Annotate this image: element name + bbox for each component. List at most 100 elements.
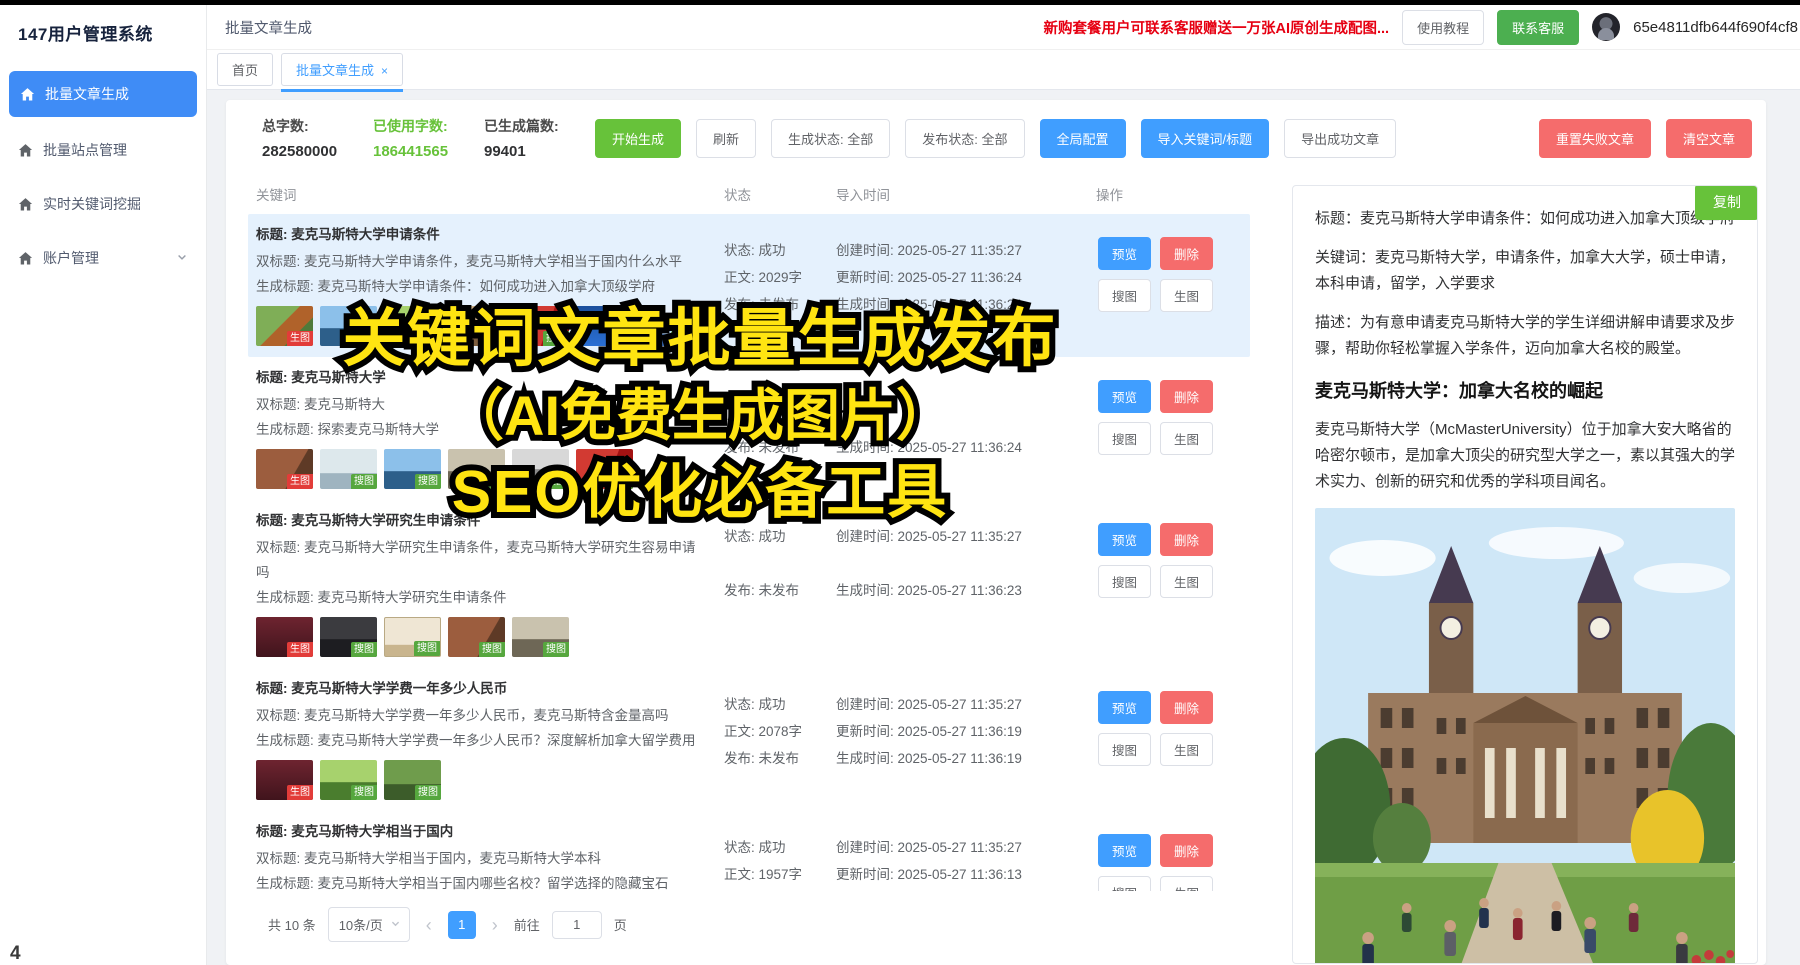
actions-cell: 预览 删除 搜图 生图	[1088, 366, 1248, 489]
sidebar-item-batch-articles[interactable]: 批量文章生成	[9, 71, 197, 117]
article-thumbnail[interactable]: 搜图	[384, 306, 441, 346]
article-thumbnail[interactable]: 生图	[256, 449, 313, 489]
contact-support-button[interactable]: 联系客服	[1497, 10, 1579, 45]
updated-time	[836, 407, 1088, 434]
avatar[interactable]	[1592, 13, 1620, 41]
article-thumbnail[interactable]: 搜图	[448, 306, 505, 346]
created-time: 创建时间: 2025-05-27 11:35:27	[836, 237, 1088, 264]
thumbnail-badge: 搜图	[415, 474, 441, 489]
table-row[interactable]: 标题: 麦克马斯特大学研究生申请条件 双标题: 麦克马斯特大学研究生申请条件，麦…	[248, 500, 1250, 668]
article-thumbnail[interactable]: 生图	[256, 306, 313, 346]
generated-time: 生成时间: 2025-05-27 11:36:23	[836, 577, 1088, 604]
watermark: 4	[10, 943, 21, 965]
row-title: 标题: 麦克马斯特大学相当于国内	[256, 820, 696, 844]
clear-articles-button[interactable]: 清空文章	[1666, 119, 1752, 158]
thumbnail-badge: 搜图	[479, 474, 505, 489]
delete-button[interactable]: 删除	[1160, 523, 1213, 556]
article-thumbnail[interactable]: 搜图	[448, 617, 505, 657]
preview-button[interactable]: 预览	[1098, 691, 1151, 724]
export-success-button[interactable]: 导出成功文章	[1284, 119, 1396, 158]
global-config-button[interactable]: 全局配置	[1040, 119, 1126, 158]
updated-time	[836, 550, 1088, 577]
article-thumbnail[interactable]: 搜图	[384, 617, 441, 657]
table-row[interactable]: 标题: 麦克马斯特大学学费一年多少人民币 双标题: 麦克马斯特大学学费一年多少人…	[248, 668, 1250, 811]
row-dual-title: 双标题: 麦克马斯特大学申请条件，麦克马斯特大学相当于国内什么水平	[256, 249, 696, 274]
status-text: 状态: 成功	[724, 834, 820, 861]
search-image-button[interactable]: 搜图	[1098, 422, 1151, 455]
toolbar: 总字数: 282580000 已使用字数: 186441565 已生成篇数: 9…	[226, 100, 1766, 170]
tutorial-button[interactable]: 使用教程	[1402, 10, 1484, 45]
search-image-button[interactable]: 搜图	[1098, 565, 1151, 598]
stat-label: 已生成篇数:	[484, 116, 580, 136]
sidebar-item-keyword-mining[interactable]: 实时关键词挖掘	[0, 177, 206, 231]
delete-button[interactable]: 删除	[1160, 691, 1213, 724]
thumbnail-strip: 生图 搜图 搜图 搜图 搜图 搜图	[256, 449, 696, 489]
next-page-icon[interactable]: ›	[488, 916, 502, 934]
article-thumbnail[interactable]: 搜图	[320, 617, 377, 657]
copy-button[interactable]: 复制	[1695, 185, 1758, 220]
status-cell: 状态: 成功 正文: 2029字 发布: 未发布	[708, 223, 820, 346]
search-image-button[interactable]: 搜图	[1098, 733, 1151, 766]
reset-failed-button[interactable]: 重置失败文章	[1539, 119, 1651, 158]
close-icon[interactable]: ×	[381, 64, 388, 78]
sidebar-item-batch-sites[interactable]: 批量站点管理	[0, 123, 206, 177]
tab-batch-articles[interactable]: 批量文章生成×	[281, 53, 403, 86]
refresh-button[interactable]: 刷新	[696, 119, 756, 158]
status-text: 状态: 成功	[724, 237, 820, 264]
page-size-select[interactable]: 10条/页	[328, 907, 410, 942]
start-generate-button[interactable]: 开始生成	[595, 119, 681, 158]
table-row[interactable]: 标题: 麦克马斯特大学相当于国内 双标题: 麦克马斯特大学相当于国内，麦克马斯特…	[248, 811, 1250, 891]
preview-button[interactable]: 预览	[1098, 237, 1151, 270]
preview-button[interactable]: 预览	[1098, 834, 1151, 867]
search-image-button[interactable]: 搜图	[1098, 876, 1151, 891]
goto-page-input[interactable]	[552, 911, 602, 939]
article-thumbnail[interactable]: 搜图	[384, 449, 441, 489]
article-thumbnail[interactable]: 搜图	[512, 306, 569, 346]
generate-image-button[interactable]: 生图	[1160, 733, 1213, 766]
article-thumbnail[interactable]: 搜图	[512, 449, 569, 489]
generate-status-filter[interactable]: 生成状态: 全部	[771, 119, 890, 158]
article-thumbnail[interactable]: 搜图	[448, 449, 505, 489]
created-time: 创建时间: 2025-05-27 11:35:27	[836, 523, 1088, 550]
table-row[interactable]: 标题: 麦克马斯特大学申请条件 双标题: 麦克马斯特大学申请条件，麦克马斯特大学…	[248, 214, 1250, 357]
status-text: 状态: 成功	[724, 691, 820, 718]
sidebar-item-account[interactable]: 账户管理	[0, 231, 206, 285]
actions-cell: 预览 删除 搜图 生图	[1088, 820, 1248, 891]
row-generated-title: 生成标题: 麦克马斯特大学研究生申请条件	[256, 585, 696, 610]
publish-status-filter[interactable]: 发布状态: 全部	[905, 119, 1024, 158]
article-thumbnail[interactable]: 搜图	[320, 449, 377, 489]
prev-page-icon[interactable]: ‹	[422, 916, 436, 934]
article-thumbnail[interactable]: 搜图	[640, 306, 697, 346]
delete-button[interactable]: 删除	[1160, 834, 1213, 867]
delete-button[interactable]: 删除	[1160, 237, 1213, 270]
article-thumbnail[interactable]: 生图	[256, 617, 313, 657]
article-thumbnail[interactable]: 生图	[256, 760, 313, 800]
article-thumbnail[interactable]: 搜图	[320, 760, 377, 800]
article-thumbnail[interactable]: 搜图	[320, 306, 377, 346]
preview-button[interactable]: 预览	[1098, 380, 1151, 413]
generate-image-button[interactable]: 生图	[1160, 876, 1213, 891]
stat-value: 186441565	[373, 143, 469, 160]
delete-button[interactable]: 删除	[1160, 380, 1213, 413]
generate-image-button[interactable]: 生图	[1160, 279, 1213, 312]
announcement-text[interactable]: 新购套餐用户可联系客服赠送一万张AI原创生成配图...	[1043, 17, 1389, 38]
thumbnail-badge: 生图	[287, 331, 313, 346]
tab-home[interactable]: 首页	[217, 53, 273, 86]
page-number-1[interactable]: 1	[448, 911, 476, 939]
keyword-cell: 标题: 麦克马斯特大学相当于国内 双标题: 麦克马斯特大学相当于国内，麦克马斯特…	[248, 820, 708, 891]
row-dual-title: 双标题: 麦克马斯特大学研究生申请条件，麦克马斯特大学研究生容易申请吗	[256, 535, 696, 585]
preview-button[interactable]: 预览	[1098, 523, 1151, 556]
article-thumbnail[interactable]: 搜图	[512, 617, 569, 657]
generate-image-button[interactable]: 生图	[1160, 422, 1213, 455]
generate-image-button[interactable]: 生图	[1160, 565, 1213, 598]
table-row[interactable]: 标题: 麦克马斯特大学 双标题: 麦克马斯特大 生成标题: 探索麦克马斯特大学 …	[248, 357, 1250, 500]
sidebar-item-label: 账户管理	[43, 248, 99, 268]
stat-value: 282580000	[262, 143, 358, 160]
search-image-button[interactable]: 搜图	[1098, 279, 1151, 312]
generated-time: 生成时间: 2025-05-27 11:36:19	[836, 745, 1088, 772]
article-thumbnail[interactable]: 搜图	[576, 449, 633, 489]
tab-bar: 首页 批量文章生成×	[207, 50, 1800, 90]
article-thumbnail[interactable]: 搜图	[384, 760, 441, 800]
import-keywords-button[interactable]: 导入关键词/标题	[1141, 119, 1270, 158]
article-thumbnail[interactable]: 搜图	[576, 306, 633, 346]
